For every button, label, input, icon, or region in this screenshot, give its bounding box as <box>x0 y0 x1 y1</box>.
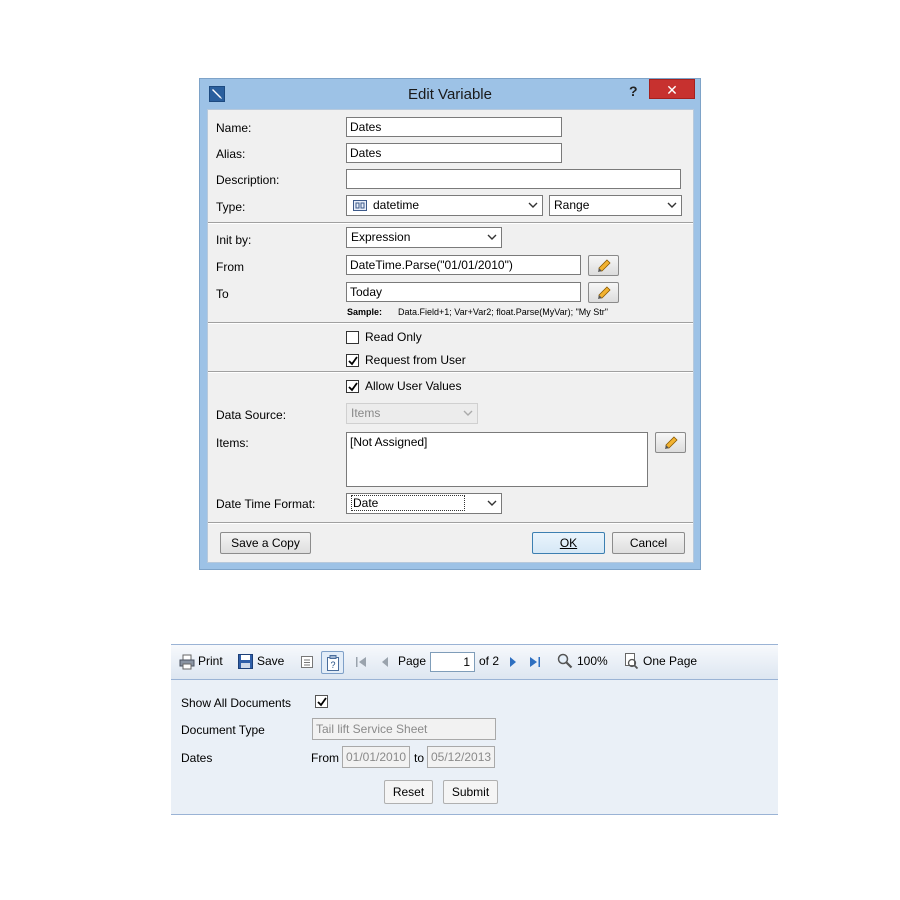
dialog-titlebar[interactable]: Edit Variable ? ✕ <box>200 79 700 109</box>
parameters-toggle-button[interactable]: ? <box>321 651 344 674</box>
alias-input[interactable]: Dates <box>346 143 562 163</box>
dates-from-label: From <box>311 751 339 765</box>
type-mode-select[interactable]: Range <box>549 195 682 216</box>
pencil-icon <box>598 259 611 272</box>
chevron-down-icon <box>528 202 538 208</box>
description-label: Description: <box>216 173 280 187</box>
type-select-value: datetime <box>373 198 420 212</box>
edit-variable-dialog: Edit Variable ? ✕ Name: Dates Alias: Dat… <box>199 78 701 570</box>
from-expression-input[interactable]: DateTime.Parse("01/01/2010") <box>346 255 581 275</box>
chevron-down-icon <box>667 202 677 208</box>
save-icon[interactable] <box>238 654 253 669</box>
document-type-input[interactable]: Tail lift Service Sheet <box>312 718 496 740</box>
name-input[interactable]: Dates <box>346 117 562 137</box>
items-label: Items: <box>216 436 249 450</box>
page-label: Page <box>398 654 427 668</box>
to-expression-input[interactable]: Today <box>346 282 581 302</box>
data-source-value: Items <box>351 406 381 420</box>
save-button[interactable]: Save <box>257 654 284 668</box>
next-page-icon[interactable] <box>508 656 518 668</box>
checkmark-icon <box>317 697 327 707</box>
dialog-body: Name: Dates Alias: Dates Description: Ty… <box>207 109 694 563</box>
section-divider <box>208 371 693 373</box>
datetime-icon <box>353 200 367 211</box>
viewer-toolbar: Print Save ? Page 1 of 2 100% One Page <box>171 645 778 680</box>
clipboard-question-icon: ? <box>327 655 339 671</box>
page-number-input[interactable]: 1 <box>430 652 475 672</box>
zoom-level[interactable]: 100% <box>577 654 608 668</box>
submit-button[interactable]: Submit <box>443 780 498 804</box>
read-only-label: Read Only <box>365 330 422 344</box>
page-count: of 2 <box>479 654 500 668</box>
sample-text: Data.Field+1; Var+Var2; float.Parse(MyVa… <box>398 307 608 317</box>
save-a-copy-button[interactable]: Save a Copy <box>220 532 311 554</box>
pencil-icon <box>598 286 611 299</box>
checkmark-icon <box>348 382 358 392</box>
dates-label: Dates <box>181 751 213 765</box>
description-input[interactable] <box>346 169 681 189</box>
allow-user-values-checkbox[interactable] <box>346 380 359 393</box>
section-divider <box>208 222 693 224</box>
chevron-down-icon <box>487 234 497 240</box>
request-from-user-checkbox[interactable] <box>346 354 359 367</box>
pencil-icon <box>665 436 678 449</box>
report-viewer: Print Save ? Page 1 of 2 100% One Page S… <box>171 644 778 815</box>
type-mode-value: Range <box>554 198 590 212</box>
section-divider <box>208 322 693 324</box>
to-edit-button[interactable] <box>588 282 619 303</box>
init-by-select[interactable]: Expression <box>346 227 502 248</box>
printer-icon[interactable] <box>179 654 195 670</box>
type-select[interactable]: datetime <box>346 195 543 216</box>
ok-button[interactable]: OK <box>532 532 605 554</box>
from-label: From <box>216 260 244 274</box>
items-edit-button[interactable] <box>655 432 686 453</box>
show-all-documents-checkbox[interactable] <box>315 695 328 708</box>
items-box[interactable]: [Not Assigned] <box>346 432 648 487</box>
name-label: Name: <box>216 121 252 135</box>
init-by-label: Init by: <box>216 233 252 247</box>
previous-page-icon[interactable] <box>380 656 390 668</box>
request-from-user-label: Request from User <box>365 353 466 367</box>
cancel-button[interactable]: Cancel <box>612 532 685 554</box>
svg-text:?: ? <box>330 660 335 670</box>
from-edit-button[interactable] <box>588 255 619 276</box>
date-time-format-value: Date <box>351 495 466 511</box>
sample-label: Sample: <box>347 307 383 317</box>
dialog-title: Edit Variable <box>408 86 492 103</box>
help-button[interactable]: ? <box>629 83 638 99</box>
to-label: To <box>216 287 229 301</box>
date-time-format-label: Date Time Format: <box>216 497 316 511</box>
zoom-icon[interactable] <box>557 653 573 669</box>
allow-user-values-label: Allow User Values <box>365 379 462 393</box>
alias-label: Alias: <box>216 147 246 161</box>
checkmark-icon <box>348 356 358 366</box>
show-all-documents-label: Show All Documents <box>181 696 292 710</box>
print-button[interactable]: Print <box>198 654 223 668</box>
one-page-button[interactable]: One Page <box>643 654 697 668</box>
document-type-label: Document Type <box>181 723 265 737</box>
chevron-down-icon <box>463 410 473 416</box>
last-page-icon[interactable] <box>529 656 541 668</box>
chevron-down-icon <box>487 500 497 506</box>
type-label: Type: <box>216 200 246 214</box>
date-from-input[interactable]: 01/01/2010 <box>342 746 410 768</box>
first-page-icon[interactable] <box>355 656 367 668</box>
data-source-label: Data Source: <box>216 408 287 422</box>
section-divider <box>208 522 693 524</box>
reset-button[interactable]: Reset <box>384 780 433 804</box>
init-by-value: Expression <box>351 230 411 244</box>
page-view-icon[interactable] <box>623 653 639 669</box>
close-button[interactable]: ✕ <box>649 79 695 99</box>
date-to-input[interactable]: 05/12/2013 <box>427 746 495 768</box>
date-time-format-select[interactable]: Date <box>346 493 502 514</box>
dates-to-label: to <box>414 751 425 765</box>
read-only-checkbox[interactable] <box>346 331 359 344</box>
data-source-select[interactable]: Items <box>346 403 478 424</box>
document-list-icon[interactable] <box>300 655 314 669</box>
